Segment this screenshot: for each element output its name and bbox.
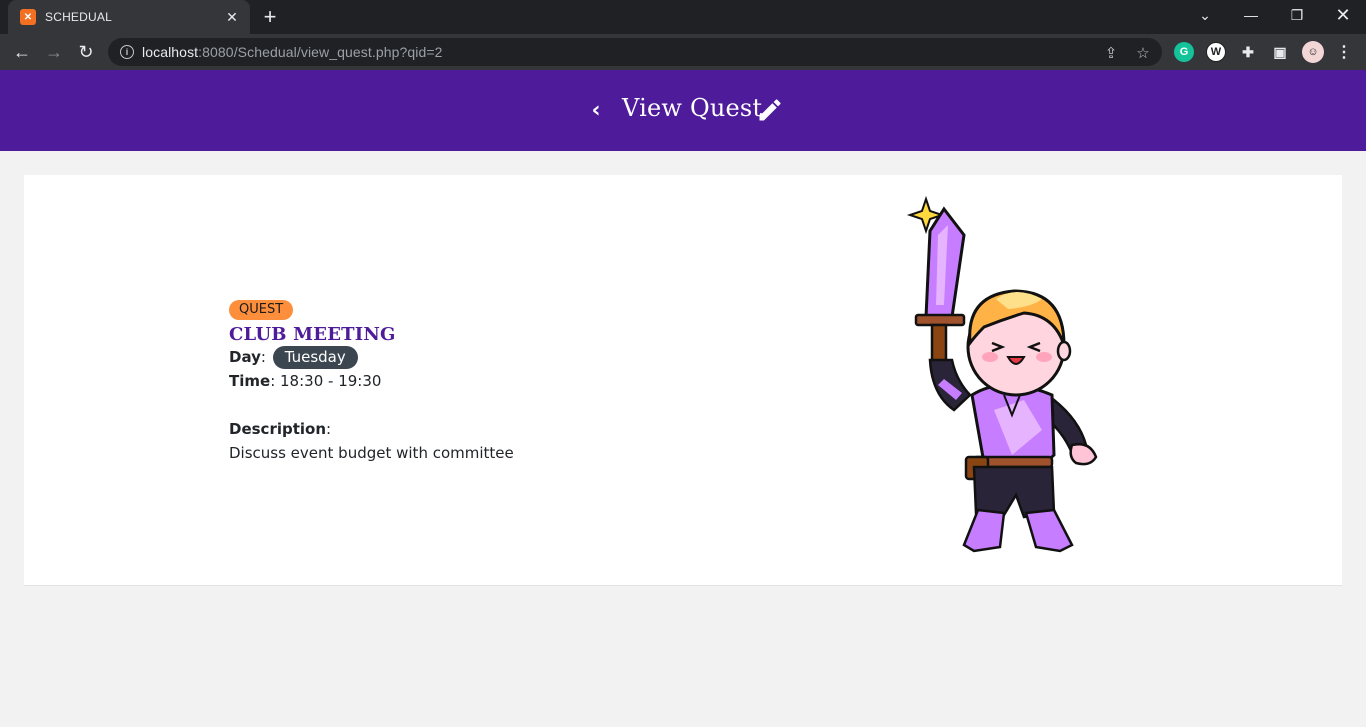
time-value: 18:30 - 19:30: [280, 372, 382, 390]
tab-title: SCHEDUAL: [45, 10, 112, 24]
reload-button[interactable]: ↻: [72, 38, 100, 66]
quest-card: QUEST CLUB MEETING Day: Tuesday Time: 18…: [24, 175, 1342, 586]
bookmark-star-icon[interactable]: ☆: [1134, 44, 1152, 62]
wikiwand-extension-icon[interactable]: W: [1206, 42, 1226, 62]
edit-pencil-icon[interactable]: [756, 96, 784, 124]
day-label: Day: [229, 348, 261, 366]
extensions-puzzle-icon[interactable]: ✚: [1238, 42, 1258, 62]
restore-button[interactable]: ❐: [1274, 0, 1320, 30]
forward-button[interactable]: →: [40, 38, 68, 66]
close-tab-icon[interactable]: ✕: [222, 9, 242, 26]
quest-name: CLUB MEETING: [229, 324, 396, 345]
tab-search-icon[interactable]: ⌄: [1182, 0, 1228, 30]
description-row: Description:: [229, 420, 332, 438]
site-info-icon[interactable]: i: [120, 45, 134, 59]
grammarly-extension-icon[interactable]: G: [1174, 42, 1194, 62]
page-title: View Quest: [622, 94, 763, 122]
back-button[interactable]: ←: [8, 38, 36, 66]
address-bar[interactable]: i localhost:8080/Schedual/view_quest.php…: [108, 38, 1162, 66]
browser-toolbar: ← → ↻ i localhost:8080/Schedual/view_que…: [0, 34, 1366, 70]
profile-avatar[interactable]: ☺: [1302, 41, 1324, 63]
app-header: ‹ View Quest: [0, 70, 1366, 151]
day-row: Day: Tuesday: [229, 345, 649, 369]
browser-tab[interactable]: ✕ SCHEDUAL ✕: [8, 0, 250, 34]
xampp-favicon-icon: ✕: [20, 9, 36, 25]
time-row: Time: 18:30 - 19:30: [229, 372, 382, 390]
minimize-button[interactable]: —: [1228, 0, 1274, 30]
close-window-button[interactable]: ✕: [1320, 0, 1366, 30]
share-icon[interactable]: ⇪: [1102, 44, 1120, 62]
quest-details: QUEST CLUB MEETING Day: Tuesday Time: 18…: [229, 298, 649, 465]
back-chevron-icon[interactable]: ‹: [585, 98, 607, 123]
description-label: Description: [229, 420, 327, 438]
side-panel-icon[interactable]: ▣: [1270, 42, 1290, 62]
day-pill: Tuesday: [272, 346, 358, 369]
browser-tab-strip: ✕ SCHEDUAL ✕ + ⌄ — ❐ ✕: [0, 0, 1366, 34]
new-tab-button[interactable]: +: [258, 5, 282, 29]
quest-type-badge: QUEST: [229, 300, 294, 320]
browser-menu-icon[interactable]: ⋮: [1334, 42, 1354, 62]
knight-illustration: [906, 195, 1098, 553]
url-text[interactable]: localhost:8080/Schedual/view_quest.php?q…: [142, 44, 443, 60]
time-label: Time: [229, 372, 271, 390]
description-value: Discuss event budget with committee: [229, 444, 514, 462]
